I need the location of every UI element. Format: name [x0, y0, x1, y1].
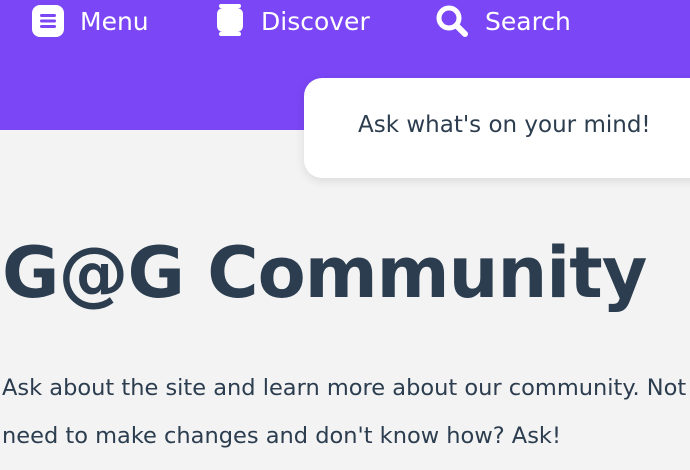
ask-question-input[interactable]: Ask what's on your mind! [304, 78, 690, 178]
discover-button[interactable]: Discover [215, 0, 370, 42]
page-description: Ask about the site and learn more about … [2, 364, 690, 460]
discover-icon [215, 2, 245, 40]
ask-placeholder: Ask what's on your mind! [358, 112, 651, 138]
discover-label: Discover [261, 6, 370, 36]
page-description-line: need to make changes and don't know how?… [2, 423, 561, 449]
menu-button[interactable]: Menu [32, 0, 149, 42]
search-icon [435, 4, 469, 38]
page-description-line: Ask about the site and learn more about … [2, 375, 687, 401]
search-label: Search [485, 6, 571, 36]
search-button[interactable]: Search [435, 0, 571, 42]
menu-label: Menu [80, 6, 149, 36]
menu-icon [32, 5, 64, 37]
page-title: G@G Community [2, 232, 647, 314]
